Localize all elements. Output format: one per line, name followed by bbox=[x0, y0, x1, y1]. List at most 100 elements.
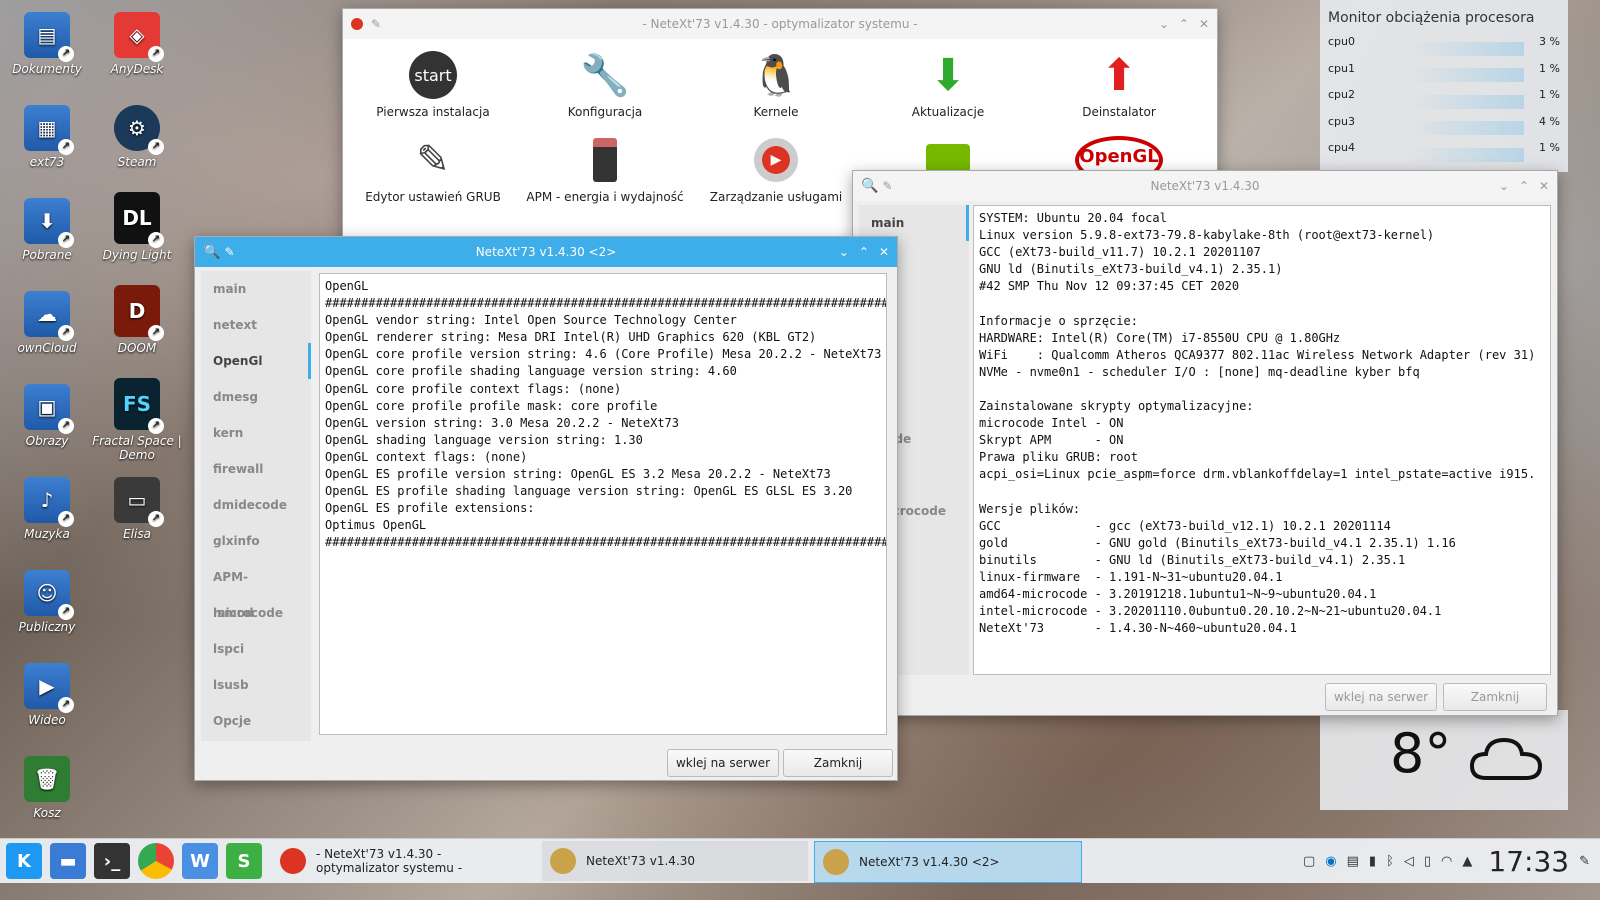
file-manager-icon[interactable]: ▬ bbox=[50, 843, 86, 879]
start-icon: start bbox=[407, 49, 459, 101]
launcher-deinstalator[interactable]: ⬆ Deinstalator bbox=[1039, 49, 1199, 120]
chrome-icon[interactable] bbox=[138, 843, 174, 879]
info-window[interactable]: 🔍 ✎ NeteXt'73 v1.4.30 ⌄⌃✕ main xt nGl sg… bbox=[852, 170, 1558, 716]
search-icon bbox=[823, 849, 849, 875]
notes-icon[interactable]: ▤ bbox=[1347, 854, 1359, 869]
desktop-icon-muzyka[interactable]: ♪ ↗ Muzyka bbox=[2, 477, 92, 541]
power-icon[interactable]: ▯ bbox=[1424, 854, 1431, 869]
volume-icon[interactable]: ◁ bbox=[1404, 854, 1414, 869]
task-info-window[interactable]: NeteXt'73 v1.4.30 bbox=[542, 841, 808, 881]
desktop-icon-dokumenty[interactable]: ▤ ↗ Dokumenty bbox=[2, 12, 92, 76]
launcher-konfiguracja[interactable]: 🔧 Konfiguracja bbox=[525, 49, 685, 120]
desktop-icon-elisa[interactable]: ▭ ↗ Elisa bbox=[92, 477, 182, 541]
nav-item-dmidecode[interactable]: dmidecode bbox=[201, 487, 311, 523]
launcher-kernele[interactable]: 🐧 Kernele bbox=[696, 49, 856, 120]
desktop-icon-owncloud[interactable]: ☁ ↗ ownCloud bbox=[2, 291, 92, 355]
maximize-icon[interactable]: ⌃ bbox=[1179, 17, 1189, 31]
app-icon bbox=[280, 848, 306, 874]
nav-item-main[interactable]: main bbox=[201, 271, 311, 307]
nav-item-glxinfo[interactable]: glxinfo bbox=[201, 523, 311, 559]
gear-play-icon: ▶ bbox=[750, 134, 802, 186]
steam-icon: ⚙ ↗ bbox=[114, 105, 164, 155]
launcher-edytor-grub[interactable]: ✎ Edytor ustawień GRUB bbox=[353, 134, 513, 204]
bluetooth-icon[interactable]: ᛒ bbox=[1386, 854, 1394, 869]
writer-icon[interactable]: W bbox=[182, 843, 218, 879]
terminal-icon[interactable]: ›_ bbox=[94, 843, 130, 879]
expand-tray-icon[interactable]: ▲ bbox=[1462, 854, 1472, 869]
opengl-window[interactable]: 🔍 ✎ NeteXt'73 v1.4.30 <2> ⌄ ⌃ ✕ main netex… bbox=[194, 236, 898, 781]
nav-item-opcje[interactable]: Opcje bbox=[201, 703, 311, 739]
task-opengl-window[interactable]: NeteXt'73 v1.4.30 <2> bbox=[814, 841, 1082, 883]
maximize-icon[interactable]: ⌃ bbox=[859, 245, 869, 259]
cpu-row: cpu3 4 % bbox=[1328, 112, 1560, 139]
paste-to-server-button[interactable]: wklej na serwer bbox=[1325, 683, 1437, 711]
nav-item-netext[interactable]: netext bbox=[201, 307, 311, 343]
pin-panel-icon[interactable]: ✎ bbox=[1579, 854, 1590, 869]
side-nav: main netext OpenGl dmesg kern firewall d… bbox=[201, 271, 311, 741]
pin-icon[interactable]: ✎ bbox=[882, 179, 892, 193]
desktop-icon-publiczny[interactable]: ☺ ↗ Publiczny bbox=[2, 570, 92, 634]
desktop-icon-obrazy[interactable]: ▣ ↗ Obrazy bbox=[2, 384, 92, 448]
doom-icon: D ↗ bbox=[114, 285, 164, 341]
system-tray: ▢ ◉ ▤ ▮ ᛒ ◁ ▯ ◠ ▲ 17:33 ✎ bbox=[1303, 839, 1590, 883]
folder-icon: ▦ ↗ bbox=[24, 105, 74, 155]
nav-item-apm-microcode[interactable]: APM-microcode bbox=[201, 559, 311, 620]
desktop-icon-anydesk[interactable]: ◈ ↗ AnyDesk bbox=[92, 12, 182, 76]
spreadsheet-icon[interactable]: S bbox=[226, 843, 262, 879]
title-bar[interactable]: ✎ - NeteXt'73 v1.4.30 - optymalizator sy… bbox=[343, 9, 1217, 39]
nav-item-lspci[interactable]: lspci bbox=[201, 631, 311, 667]
desktop-icon-wideo[interactable]: ▶ ↗ Wideo bbox=[2, 663, 92, 727]
cpu-row: cpu4 1 % bbox=[1328, 138, 1560, 165]
app-menu-icon[interactable] bbox=[351, 18, 363, 30]
title-bar[interactable]: 🔍 ✎ NeteXt'73 v1.4.30 <2> ⌄ ⌃ ✕ bbox=[195, 237, 897, 267]
opengl-info-text[interactable]: OpenGL #################################… bbox=[319, 273, 887, 735]
desktop-icon-kosz[interactable]: 🗑 Kosz bbox=[2, 756, 92, 820]
minimize-icon[interactable]: ⌄ bbox=[1499, 179, 1509, 193]
minimize-icon[interactable]: ⌄ bbox=[1159, 17, 1169, 31]
close-icon[interactable]: ✕ bbox=[1199, 17, 1209, 31]
cpu-row: cpu2 1 % bbox=[1328, 85, 1560, 112]
kde-launcher-icon[interactable]: K bbox=[6, 843, 42, 879]
intel-icon[interactable]: ◉ bbox=[1325, 854, 1336, 869]
paste-to-server-button[interactable]: wklej na serwer bbox=[667, 749, 779, 777]
close-button[interactable]: Zamknij bbox=[783, 749, 893, 777]
desktop-icon-dying-light[interactable]: DL ↗ Dying Light bbox=[92, 192, 182, 262]
desktop-icon-doom[interactable]: D ↗ DOOM bbox=[92, 285, 182, 355]
close-icon[interactable]: ✕ bbox=[1539, 179, 1549, 193]
elisa-icon: ▭ ↗ bbox=[114, 477, 164, 527]
maximize-icon[interactable]: ⌃ bbox=[1519, 179, 1529, 193]
cloud-icon bbox=[1469, 737, 1543, 780]
fractal-space-icon: FS ↗ bbox=[114, 378, 164, 434]
launcher-apm[interactable]: APM - energia i wydajność bbox=[525, 134, 685, 204]
title-bar[interactable]: 🔍 ✎ NeteXt'73 v1.4.30 ⌄ ⌃ ✕ bbox=[853, 171, 1557, 201]
cpu-graph bbox=[1410, 94, 1524, 109]
pencil-icon: ✎ bbox=[416, 137, 450, 183]
minimize-icon[interactable]: ⌄ bbox=[839, 245, 849, 259]
task-main-window[interactable]: - NeteXt'73 v1.4.30 - optymalizator syst… bbox=[272, 841, 538, 881]
battery-icon[interactable]: ▮ bbox=[1369, 854, 1376, 869]
clipboard-icon[interactable]: ▢ bbox=[1303, 854, 1315, 869]
nav-item-firewall[interactable]: firewall bbox=[201, 451, 311, 487]
folder-icon: ▤ ↗ bbox=[24, 12, 74, 62]
desktop-icon-ext73[interactable]: ▦ ↗ ext73 bbox=[2, 105, 92, 169]
pin-icon[interactable]: ✎ bbox=[371, 17, 381, 31]
launcher-uslugi[interactable]: ▶ Zarządzanie usługami bbox=[696, 134, 856, 204]
nav-item-lsusb[interactable]: lsusb bbox=[201, 667, 311, 703]
anydesk-icon: ◈ ↗ bbox=[114, 12, 164, 62]
folder-icon: ▣ ↗ bbox=[24, 384, 74, 434]
system-info-text[interactable]: SYSTEM: Ubuntu 20.04 focal Linux version… bbox=[973, 205, 1551, 675]
cpu-monitor-title: Monitor obciążenia procesora bbox=[1328, 10, 1535, 26]
clock[interactable]: 17:33 bbox=[1488, 845, 1569, 878]
nav-item-dmesg[interactable]: dmesg bbox=[201, 379, 311, 415]
nav-item-kern[interactable]: kern bbox=[201, 415, 311, 451]
network-icon[interactable]: ◠ bbox=[1441, 854, 1452, 869]
launcher-pierwsza-instalacja[interactable]: start Pierwsza instalacja bbox=[353, 49, 513, 119]
desktop-icon-fractal-space[interactable]: FS ↗ Fractal Space | Demo bbox=[92, 378, 182, 462]
desktop-icon-steam[interactable]: ⚙ ↗ Steam bbox=[92, 105, 182, 169]
close-button[interactable]: Zamknij bbox=[1443, 683, 1547, 711]
desktop-icon-pobrane[interactable]: ⬇ ↗ Pobrane bbox=[2, 198, 92, 262]
close-icon[interactable]: ✕ bbox=[879, 245, 889, 259]
nav-item-opengl[interactable]: OpenGl bbox=[201, 343, 311, 379]
launcher-aktualizacje[interactable]: ⬇ Aktualizacje bbox=[868, 49, 1028, 120]
pin-icon[interactable]: ✎ bbox=[224, 245, 234, 259]
